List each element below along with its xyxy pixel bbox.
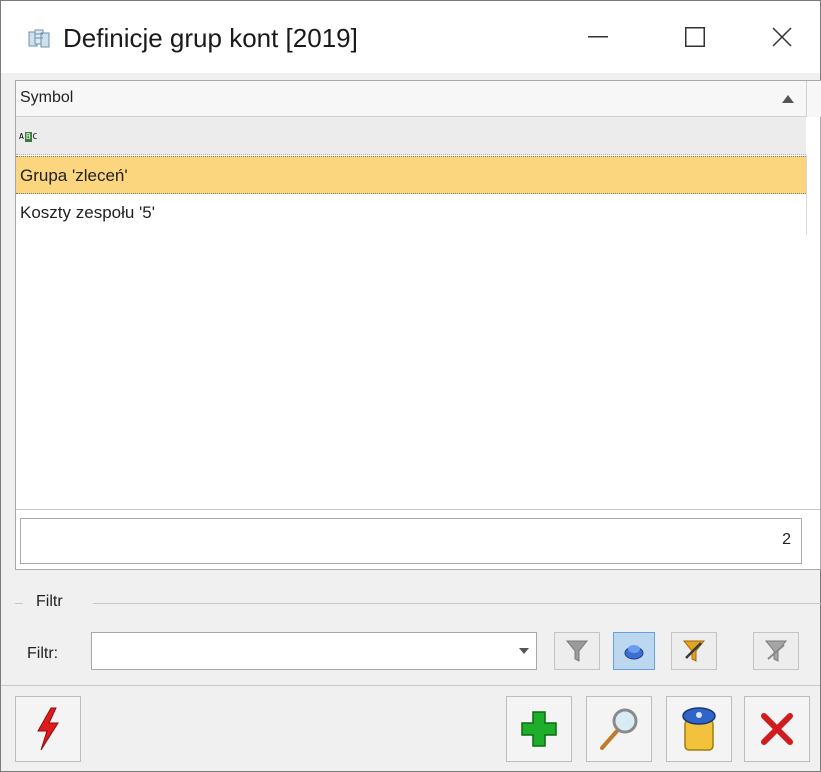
grid-footer: 2 (20, 518, 802, 564)
record-count: 2 (782, 531, 791, 548)
close-icon (761, 713, 793, 745)
apply-filter-button[interactable] (554, 632, 600, 670)
column-header-symbol[interactable]: Symbol (16, 81, 806, 117)
column-header-label: Symbol (20, 89, 74, 106)
header-filler (806, 81, 821, 117)
grid-filter-row[interactable]: A B C (16, 117, 806, 155)
table-row[interactable]: Koszty zespołu '5' (16, 194, 806, 232)
view-button[interactable] (586, 696, 652, 762)
close-icon (771, 27, 792, 47)
maximize-icon (685, 27, 705, 47)
minimize-icon (588, 36, 608, 38)
group-line-left (15, 603, 23, 604)
bottom-divider (1, 685, 820, 686)
maximize-button[interactable] (647, 1, 743, 73)
group-line (93, 603, 821, 604)
quick-action-button[interactable] (15, 696, 81, 762)
column-divider (806, 155, 807, 235)
filter-off-button[interactable] (753, 632, 799, 670)
advanced-filter-icon (682, 640, 706, 662)
row-symbol: Grupa 'zleceń' (20, 166, 128, 185)
window-close-button[interactable] (743, 1, 820, 73)
filter-icon (565, 640, 589, 662)
filter-group-label: Filtr (36, 593, 63, 610)
abc-letter-b: B (24, 132, 32, 142)
magnifier-icon (600, 708, 638, 750)
filter-label: Filtr: (27, 645, 59, 662)
filter-group: Filtr Filtr: (15, 593, 821, 685)
chevron-down-icon (519, 648, 529, 654)
title-bar: Definicje grup kont [2019] (1, 1, 820, 73)
abc-letter-c: C (32, 132, 38, 141)
window-title: Definicje grup kont [2019] (63, 23, 358, 53)
close-button[interactable] (744, 696, 810, 762)
clear-filter-icon (624, 645, 644, 660)
main-window: Definicje grup kont [2019] Symbol A B C … (0, 0, 821, 772)
trash-icon (682, 707, 716, 751)
footer-divider (16, 509, 820, 510)
minimize-button[interactable] (550, 1, 646, 73)
abc-filter-icon[interactable]: A B C (19, 132, 37, 142)
add-icon (521, 711, 557, 747)
filter-off-icon (764, 640, 788, 662)
tables-icon (28, 29, 50, 48)
row-symbol: Koszty zespołu '5' (20, 203, 156, 222)
filter-input[interactable] (91, 632, 537, 670)
table-row[interactable]: Grupa 'zleceń' (16, 156, 806, 194)
filter-dropdown-button[interactable] (512, 633, 536, 669)
sort-ascending-icon[interactable] (782, 95, 794, 103)
delete-button[interactable] (666, 696, 732, 762)
account-groups-grid: Symbol A B C Grupa 'zleceń' Koszty zespo… (15, 80, 821, 570)
advanced-filter-button[interactable] (671, 632, 717, 670)
abc-letter-a: A (19, 132, 24, 141)
clear-filter-button[interactable] (613, 632, 655, 670)
lightning-icon (37, 707, 59, 751)
add-button[interactable] (506, 696, 572, 762)
